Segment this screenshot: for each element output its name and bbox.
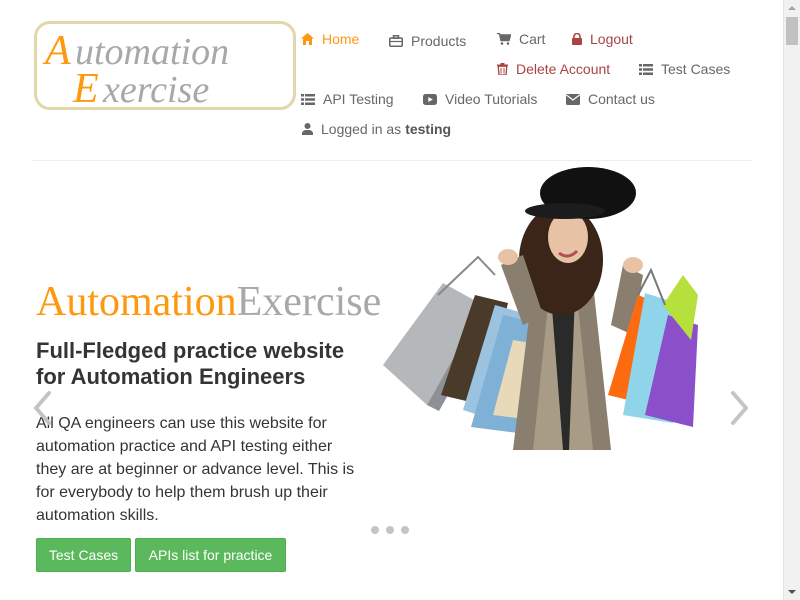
carousel-dot[interactable] — [386, 526, 394, 534]
chevron-right-icon — [731, 391, 748, 425]
nav-video-tutorials-label: Video Tutorials — [445, 91, 538, 107]
apis-list-button[interactable]: APIs list for practice — [135, 538, 286, 572]
triangle-down-icon — [788, 590, 796, 594]
scroll-down-arrow[interactable] — [784, 584, 800, 600]
logged-in-username: testing — [405, 121, 452, 137]
nav-test-cases-label: Test Cases — [661, 61, 731, 77]
carousel-indicators — [371, 526, 409, 534]
nav-test-cases[interactable]: Test Cases — [639, 61, 730, 77]
youtube-play-icon — [423, 93, 437, 105]
briefcase-icon — [389, 35, 403, 47]
scroll-thumb[interactable] — [786, 17, 798, 45]
chevron-left-icon — [34, 391, 51, 425]
test-cases-button[interactable]: Test Cases — [36, 538, 131, 572]
hero-brand-part2: Exercise — [236, 279, 381, 325]
nav-api-testing-label: API Testing — [323, 91, 394, 107]
hero-description: All QA engineers can use this website fo… — [36, 415, 355, 524]
nav-delete-account[interactable]: Delete Account — [497, 61, 610, 77]
trash-icon — [497, 63, 508, 75]
nav-contact-us[interactable]: Contact us — [566, 91, 655, 107]
nav-api-testing[interactable]: API Testing — [301, 91, 394, 107]
nav-cart-label: Cart — [519, 31, 546, 47]
carousel-dot[interactable] — [401, 526, 409, 534]
logged-in-status: Logged in as testing — [302, 121, 451, 137]
hero-title: Full-Fledged practice website for Automa… — [36, 338, 345, 389]
site-logo[interactable]: A utomation E xercise — [34, 21, 296, 110]
nav-video-tutorials[interactable]: Video Tutorials — [423, 91, 537, 107]
home-icon — [301, 33, 314, 45]
carousel-prev[interactable] — [31, 390, 53, 431]
logged-in-prefix: Logged in as — [321, 121, 402, 137]
logo-letter-a: A — [42, 28, 71, 74]
nav-contact-us-label: Contact us — [588, 91, 655, 107]
logo-letter-e: E — [72, 66, 99, 107]
triangle-up-icon — [788, 6, 796, 10]
list-icon — [301, 93, 315, 105]
cart-icon — [497, 33, 511, 45]
carousel-dot[interactable] — [371, 526, 379, 534]
lock-icon — [572, 33, 582, 45]
user-icon — [302, 123, 313, 135]
nav-products[interactable]: Products — [389, 33, 466, 49]
envelope-icon — [566, 93, 580, 105]
hero-brand-part1: Automation — [36, 279, 237, 325]
list-icon — [639, 63, 653, 75]
nav-cart[interactable]: Cart — [497, 31, 545, 47]
scroll-up-arrow[interactable] — [784, 0, 800, 16]
header-divider — [32, 160, 752, 161]
logo-word-exercise: xercise — [102, 69, 209, 107]
carousel-next[interactable] — [729, 390, 751, 431]
page-scrollbar[interactable] — [783, 0, 800, 600]
nav-home[interactable]: Home — [301, 31, 359, 47]
nav-home-label: Home — [322, 31, 360, 47]
hero-brand: AutomationExercise — [36, 278, 381, 330]
hero-image — [383, 167, 698, 450]
nav-delete-account-label: Delete Account — [516, 61, 611, 77]
nav-logout-label: Logout — [590, 31, 633, 47]
nav-logout[interactable]: Logout — [572, 31, 633, 47]
nav-products-label: Products — [411, 33, 467, 49]
